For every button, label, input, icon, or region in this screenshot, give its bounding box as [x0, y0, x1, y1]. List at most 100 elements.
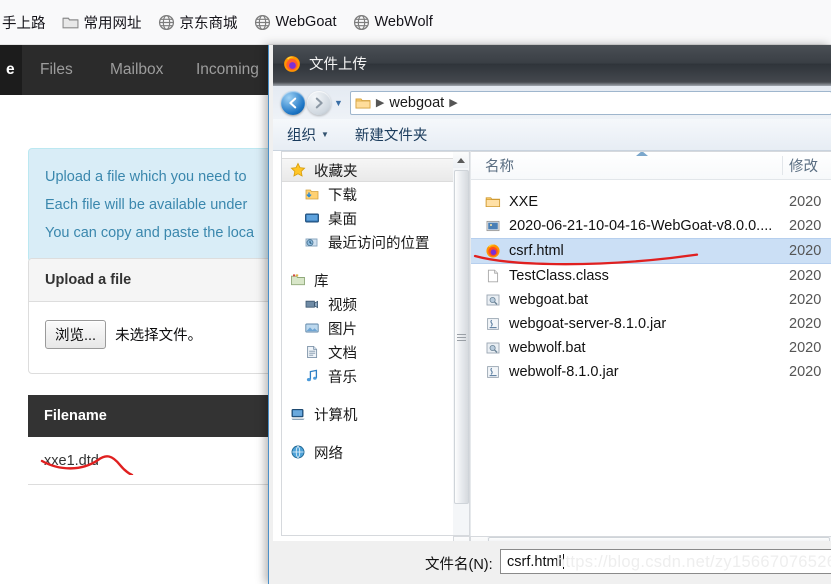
- scroll-up-arrow-icon[interactable]: [453, 152, 468, 168]
- new-folder-label: 新建文件夹: [354, 128, 428, 144]
- filename-label: 文件名(N):: [425, 557, 493, 573]
- info-line-1: Each file will be available under: [45, 197, 248, 213]
- sidebar-item-videos[interactable]: 视频: [282, 292, 453, 316]
- file-name: 2020-06-21-10-04-16-WebGoat-v8.0.0....: [509, 218, 773, 234]
- new-folder-button[interactable]: 新建文件夹: [355, 124, 428, 145]
- bookmark-item-1[interactable]: 常用网址: [55, 9, 149, 36]
- globe-icon: [158, 14, 175, 31]
- bookmark-item-2[interactable]: 京东商城: [151, 9, 245, 36]
- star-icon: [290, 161, 307, 179]
- sidebar-item-favorites[interactable]: 收藏夹: [282, 158, 453, 182]
- chevron-down-icon: ▼: [321, 130, 329, 139]
- organize-label: 组织: [287, 128, 316, 144]
- sidebar-scrollbar[interactable]: [453, 151, 470, 536]
- file-row-xxe[interactable]: XXE 2020: [471, 190, 831, 214]
- videos-icon: [304, 296, 321, 313]
- recent-places-icon: [304, 234, 321, 251]
- blank-file-icon: [485, 268, 502, 285]
- file-row-webwolf-jar[interactable]: webwolf-8.1.0.jar 2020: [471, 360, 831, 384]
- globe-icon: [254, 14, 271, 31]
- firefox-icon: [283, 55, 301, 73]
- breadcrumb-separator[interactable]: ▶: [449, 96, 457, 109]
- info-alert-box: Upload a file which you need to Each fil…: [28, 148, 280, 262]
- breadcrumb-item-webgoat[interactable]: webgoat: [389, 95, 444, 111]
- panel-title: Upload a file: [29, 259, 279, 302]
- sidebar-scrollbar-thumb[interactable]: [454, 170, 469, 504]
- places-sidebar: 收藏夹 下载 桌面 最近访问的位置 库 视频 图片 文档 音乐 计算机 网络: [281, 151, 453, 536]
- column-divider[interactable]: [782, 156, 783, 175]
- folder-icon: [485, 194, 502, 211]
- sidebar-item-recent-places[interactable]: 最近访问的位置: [282, 230, 453, 254]
- bat-file-icon: [485, 340, 502, 357]
- sidebar-item-music[interactable]: 音乐: [282, 364, 453, 388]
- sidebar-item-libraries[interactable]: 库: [282, 268, 453, 292]
- column-header-name[interactable]: 名称: [485, 155, 514, 176]
- nav-item-incoming[interactable]: Incoming: [196, 45, 259, 95]
- file-row-webgoat-screenshot[interactable]: 2020-06-21-10-04-16-WebGoat-v8.0.0.... 2…: [471, 214, 831, 238]
- sidebar-item-label: 计算机: [314, 407, 358, 424]
- file-name: TestClass.class: [509, 268, 609, 284]
- bookmark-label: 常用网址: [83, 15, 142, 32]
- bookmark-item-4[interactable]: WebWolf: [346, 11, 440, 34]
- sidebar-item-label: 网络: [314, 445, 343, 462]
- sidebar-item-label: 下载: [328, 187, 357, 204]
- organize-menu-button[interactable]: 组织 ▼: [287, 124, 329, 145]
- library-icon: [290, 272, 307, 289]
- nav-item-files[interactable]: Files: [40, 45, 73, 95]
- bookmark-label: WebWolf: [374, 14, 433, 30]
- file-list-header: 名称 修改: [471, 152, 831, 180]
- sidebar-item-label: 最近访问的位置: [328, 235, 430, 252]
- pictures-icon: [304, 320, 321, 337]
- back-arrow-icon[interactable]: [281, 90, 305, 115]
- info-line-0: Upload a file which you need to: [45, 169, 247, 185]
- jar-file-icon: [485, 364, 502, 381]
- sidebar-item-downloads[interactable]: 下载: [282, 182, 453, 206]
- dialog-frame: 文件上传 ▼ ▶ webgoat ▶ 组织 ▼ 新建文件夹 收藏夹 下载 桌面 …: [273, 45, 831, 584]
- breadcrumb[interactable]: ▶ webgoat ▶: [349, 90, 831, 115]
- sidebar-item-documents[interactable]: 文档: [282, 340, 453, 364]
- sidebar-item-label: 视频: [328, 297, 357, 314]
- file-row-webgoat-server-jar[interactable]: webgoat-server-8.1.0.jar 2020: [471, 312, 831, 336]
- file-name: webgoat-server-8.1.0.jar: [509, 316, 667, 332]
- sidebar-item-network[interactable]: 网络: [282, 440, 453, 464]
- sidebar-item-label: 文档: [328, 345, 357, 362]
- file-name: webgoat.bat: [509, 292, 589, 308]
- sidebar-item-label: 音乐: [328, 369, 357, 386]
- browse-button[interactable]: 浏览...: [45, 320, 107, 349]
- file-modified: 2020: [789, 292, 822, 308]
- bookmark-label: 京东商城: [179, 15, 238, 32]
- file-modified: 2020: [789, 194, 822, 210]
- downloads-folder-icon: [304, 186, 321, 203]
- file-list-pane: 名称 修改 XXE 2020 2020-06-21-10-04-16-WebGo…: [470, 151, 831, 536]
- files-table-header: Filename: [28, 395, 280, 437]
- bookmark-item-0[interactable]: 手上路: [0, 9, 53, 36]
- nav-item-partial[interactable]: e: [6, 45, 15, 95]
- file-modified: 2020: [789, 218, 822, 234]
- bookmark-item-3[interactable]: WebGoat: [247, 11, 344, 34]
- file-row-webwolf-bat[interactable]: webwolf.bat 2020: [471, 336, 831, 360]
- file-name: webwolf-8.1.0.jar: [509, 364, 619, 380]
- image-file-icon: [485, 218, 502, 235]
- sidebar-item-desktop[interactable]: 桌面: [282, 206, 453, 230]
- sidebar-item-pictures[interactable]: 图片: [282, 316, 453, 340]
- file-row-csrf-html[interactable]: csrf.html 2020: [471, 238, 831, 266]
- column-header-modified[interactable]: 修改: [789, 155, 818, 176]
- sidebar-item-computer[interactable]: 计算机: [282, 402, 453, 426]
- file-row-webgoat-bat[interactable]: webgoat.bat 2020: [471, 288, 831, 312]
- chevron-down-icon[interactable]: ▼: [334, 98, 343, 108]
- scrollbar-grip: [457, 332, 466, 343]
- file-modified: 2020: [789, 340, 822, 356]
- file-upload-dialog: 文件上传 ▼ ▶ webgoat ▶ 组织 ▼ 新建文件夹 收藏夹 下载 桌面 …: [268, 45, 831, 584]
- table-row[interactable]: xxe1.dtd: [28, 437, 280, 485]
- file-modified: 2020: [789, 243, 822, 259]
- sidebar-item-label: 桌面: [328, 211, 357, 228]
- desktop-icon: [304, 210, 321, 227]
- dialog-command-bar: 组织 ▼ 新建文件夹: [273, 119, 831, 151]
- dialog-main-area: 收藏夹 下载 桌面 最近访问的位置 库 视频 图片 文档 音乐 计算机 网络 名…: [273, 151, 831, 553]
- firefox-html-icon: [485, 243, 502, 260]
- file-row-testclass[interactable]: TestClass.class 2020: [471, 264, 831, 288]
- forward-arrow-icon[interactable]: [307, 90, 331, 115]
- globe-icon: [353, 14, 370, 31]
- nav-item-mailbox[interactable]: Mailbox: [110, 45, 163, 95]
- dialog-title-bar[interactable]: 文件上传: [273, 45, 831, 82]
